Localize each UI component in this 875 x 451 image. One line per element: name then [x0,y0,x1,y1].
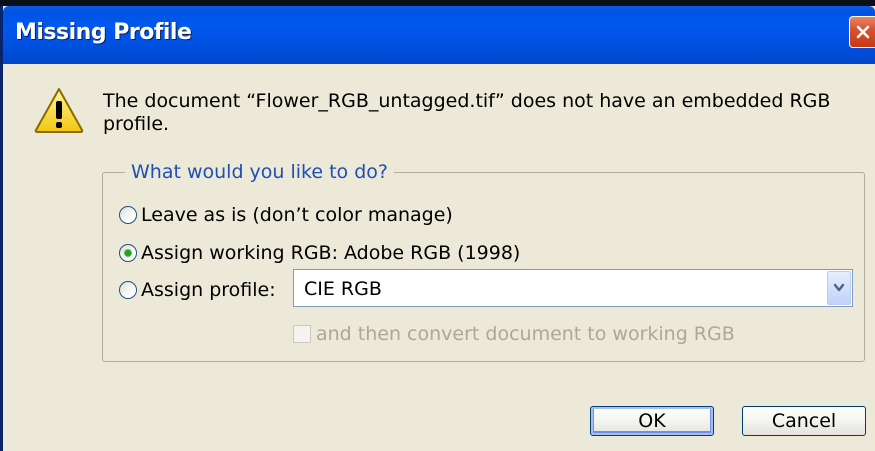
radio-button[interactable] [119,206,137,224]
radio-assign-working-rgb-label: Assign working RGB: Adobe RGB (1998) [141,242,521,264]
profile-select[interactable]: CIE RGB [293,269,853,307]
warning-icon [34,88,84,133]
radio-assign-profile-label: Assign profile: [141,279,276,301]
radio-assign-working-rgb[interactable]: Assign working RGB: Adobe RGB (1998) [119,242,520,264]
radio-button[interactable] [119,281,137,299]
chevron-down-icon [833,283,845,292]
dialog-message: The document “Flower_RGB_untagged.tif” d… [103,90,831,135]
convert-checkbox[interactable] [293,325,311,343]
cancel-button[interactable]: Cancel [742,406,866,436]
dropdown-button[interactable] [827,271,851,305]
close-icon [856,25,869,39]
profile-select-value: CIE RGB [304,278,382,300]
title-bar[interactable]: Missing Profile [3,6,875,64]
radio-leave-as-is-label: Leave as is (don’t color manage) [141,204,453,226]
dialog-body: The document “Flower_RGB_untagged.tif” d… [3,64,875,451]
convert-checkbox-label: and then convert document to working RGB [316,323,735,345]
close-button[interactable] [849,16,875,48]
options-group: What would you like to do? Leave as is (… [102,160,865,362]
ok-button[interactable]: OK [590,406,714,436]
radio-leave-as-is[interactable]: Leave as is (don’t color manage) [119,204,453,226]
radio-assign-profile[interactable]: Assign profile: [119,279,276,301]
convert-checkbox-row[interactable]: and then convert document to working RGB [293,323,735,345]
options-group-label: What would you like to do? [125,160,394,184]
radio-button-selected[interactable] [119,244,137,262]
missing-profile-dialog: Missing Profile The document “Flower_RGB… [0,6,875,451]
dialog-title: Missing Profile [15,20,192,45]
